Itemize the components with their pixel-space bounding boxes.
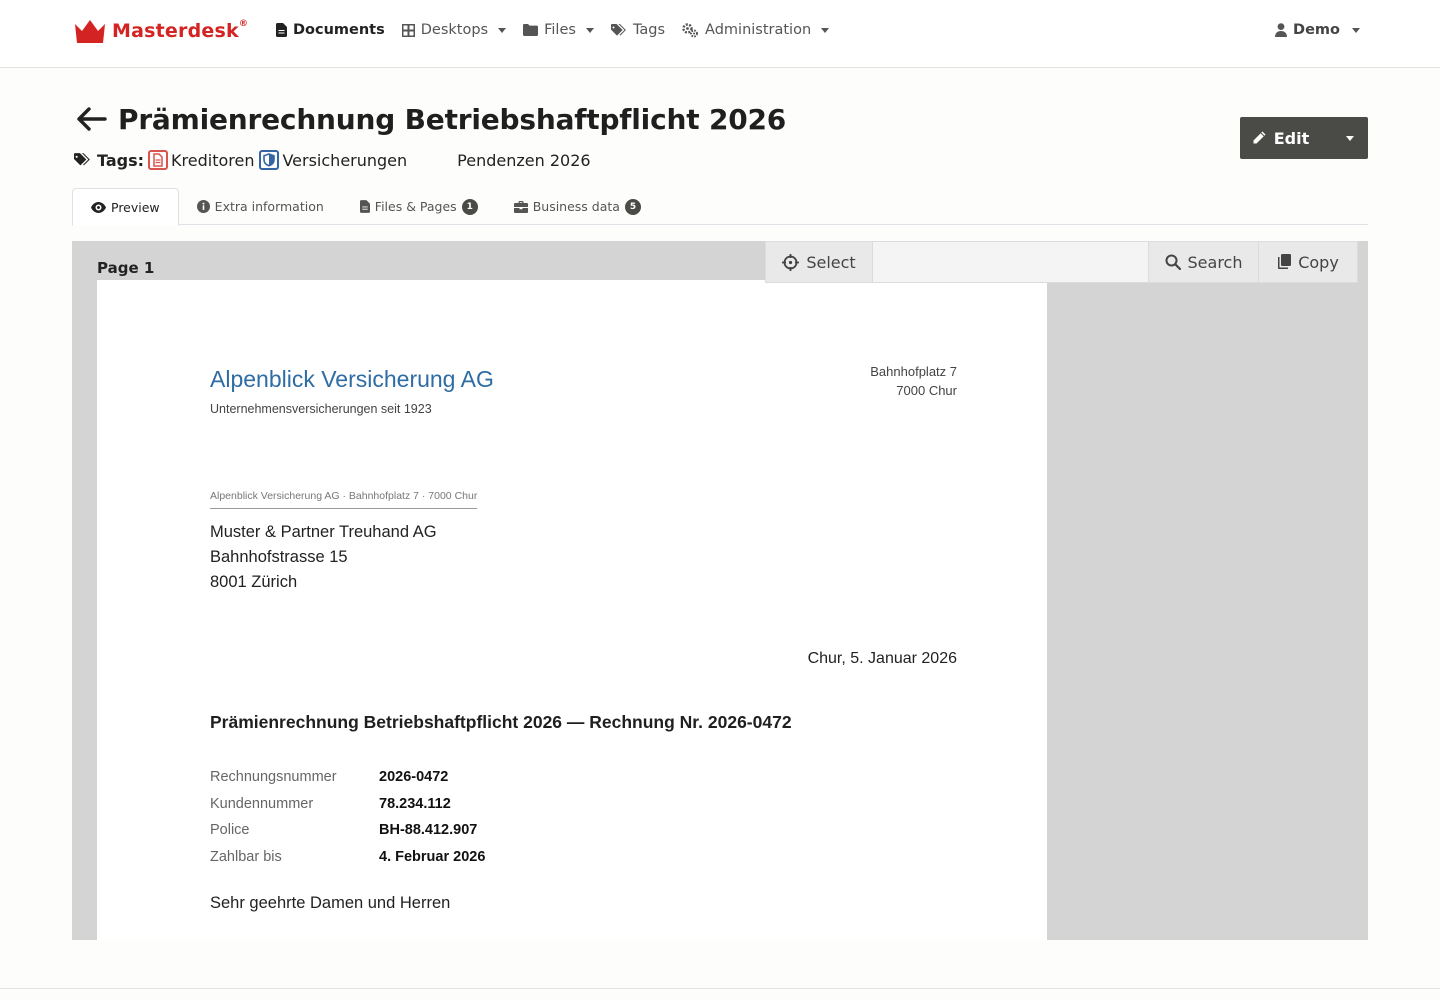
pencil-icon	[1253, 131, 1266, 144]
document-page: Alpenblick Versicherung AG Unternehmensv…	[97, 280, 1047, 940]
tab-business-data[interactable]: Business data 5	[496, 188, 659, 225]
edit-dropdown-toggle[interactable]	[1332, 117, 1368, 159]
top-navbar: Masterdesk® Documents Desktops Files Tag…	[0, 0, 1440, 68]
user-icon	[1275, 23, 1288, 37]
tags-label: Tags:	[97, 150, 145, 170]
folder-icon	[523, 24, 539, 36]
page-label: Page 1	[97, 259, 155, 277]
user-menu[interactable]: Demo	[1275, 22, 1360, 38]
table-row: Police BH-88.412.907	[210, 822, 478, 839]
edit-button[interactable]: Edit	[1240, 117, 1332, 159]
count-badge: 1	[461, 198, 478, 215]
chevron-down-icon	[1352, 27, 1360, 33]
file-icon	[359, 200, 370, 213]
table-row: Rechnungsnummer 2026-0472	[210, 769, 449, 786]
chevron-down-icon	[1346, 135, 1354, 141]
document-viewer: Page 1 Alpenblick Versicherung AG Untern…	[72, 241, 1368, 940]
pdf-doc-icon	[148, 150, 169, 170]
gears-icon	[682, 22, 699, 37]
nav-files[interactable]: Files	[523, 22, 594, 38]
tags-row: Tags: Kreditoren Versicherungen Pendenze…	[74, 150, 591, 170]
nav-administration[interactable]: Administration	[682, 22, 830, 38]
tag-versicherungen[interactable]: Versicherungen	[259, 150, 407, 170]
invoice-info-table: Rechnungsnummer 2026-0472 Kundennummer 78.…	[210, 764, 485, 870]
document-date: Chur, 5. Januar 2026	[807, 650, 957, 667]
search-icon	[1165, 254, 1181, 270]
footer-divider	[0, 988, 1440, 989]
tag-pendenzen[interactable]: Pendenzen 2026	[457, 151, 590, 170]
chevron-down-icon	[498, 27, 507, 33]
title-row: Prämienrechnung Betriebshaftpflicht 2026	[74, 102, 786, 136]
page-title: Prämienrechnung Betriebshaftpflicht 2026	[118, 102, 787, 136]
brand-logo[interactable]: Masterdesk®	[74, 18, 248, 44]
viewer-toolbar: Select Search Copy	[765, 241, 1358, 283]
document-tabs: Preview Extra information Files & Pages …	[72, 188, 1368, 226]
brand-name: Masterdesk®	[112, 18, 249, 42]
chevron-down-icon	[821, 27, 830, 33]
copy-button[interactable]: Copy	[1259, 242, 1357, 282]
table-row: Kundennummer 78.234.112	[210, 795, 451, 812]
count-badge: 5	[624, 198, 641, 215]
company-address: Bahnhofplatz 7 7000 Chur	[870, 364, 957, 398]
chevron-down-icon	[585, 27, 594, 33]
grid-icon	[401, 23, 415, 37]
recipient-address: Muster & Partner Treuhand AG Bahnhofstra…	[210, 523, 437, 591]
search-button[interactable]: Search	[1149, 242, 1259, 282]
tab-extra-information[interactable]: Extra information	[179, 188, 342, 225]
crosshair-icon	[782, 253, 800, 271]
salutation: Sehr geehrte Damen und Herren	[210, 894, 451, 912]
tags-icon	[610, 23, 626, 36]
company-name: Alpenblick Versicherung AG	[210, 366, 494, 392]
info-icon	[196, 200, 210, 213]
crown-icon	[75, 20, 105, 43]
main-nav: Documents Desktops Files Tags Administra…	[276, 22, 830, 38]
edit-button-group: Edit	[1240, 117, 1368, 159]
back-arrow-icon[interactable]	[74, 102, 108, 136]
company-tagline: Unternehmensversicherungen seit 1923	[210, 402, 432, 416]
nav-desktops[interactable]: Desktops	[401, 22, 507, 38]
document-heading: Prämienrechnung Betriebshaftpflicht 2026…	[210, 712, 792, 732]
briefcase-icon	[513, 200, 528, 213]
sender-line: Alpenblick Versicherung AG · Bahnhofplat…	[210, 490, 478, 509]
shield-icon	[259, 150, 280, 170]
toolbar-spacer	[873, 242, 1149, 282]
nav-tags[interactable]: Tags	[610, 22, 665, 38]
eye-icon	[91, 201, 106, 213]
tag-kreditoren[interactable]: Kreditoren	[148, 150, 254, 170]
nav-documents[interactable]: Documents	[276, 22, 385, 38]
tags-icon	[74, 153, 90, 166]
tab-files-pages[interactable]: Files & Pages 1	[342, 188, 496, 225]
copy-icon	[1278, 254, 1292, 269]
document-icon	[276, 23, 287, 37]
select-button[interactable]: Select	[766, 242, 873, 282]
table-row: Zahlbar bis 4. Februar 2026	[210, 848, 486, 865]
tab-preview[interactable]: Preview	[72, 188, 179, 226]
